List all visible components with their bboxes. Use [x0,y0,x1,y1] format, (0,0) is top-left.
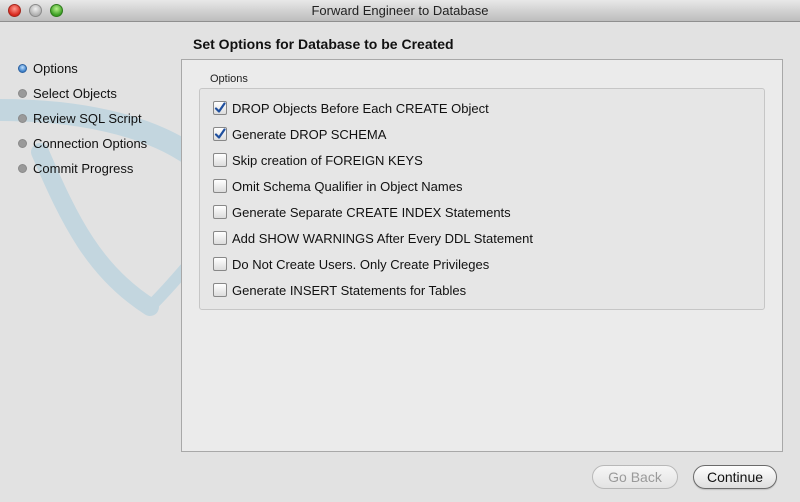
option-label: Add SHOW WARNINGS After Every DDL Statem… [232,230,534,246]
step-commit-progress: Commit Progress [18,158,133,178]
checkbox[interactable] [213,283,227,297]
checkmark-icon [214,128,226,139]
step-label: Review SQL Script [33,110,142,126]
wizard-window: Forward Engineer to Database Options Sel… [0,0,800,502]
go-back-button[interactable]: Go Back [592,465,678,489]
option-label: Do Not Create Users. Only Create Privile… [232,256,490,272]
options-group-box [199,88,765,310]
checkbox[interactable] [213,257,227,271]
step-pending-indicator-icon [18,163,27,173]
step-pending-indicator-icon [18,113,27,123]
option-label: Generate INSERT Statements for Tables [232,282,467,298]
options-group-label: Options [210,73,248,85]
checkbox[interactable] [213,205,227,219]
step-label: Connection Options [33,135,148,151]
option-label: Omit Schema Qualifier in Object Names [232,178,463,194]
step-label: Options [33,60,78,76]
checkbox[interactable] [213,153,227,167]
step-pending-indicator-icon [18,88,27,98]
wizard-steps-sidebar: Options Select Objects Review SQL Script… [0,22,180,502]
option-label: Generate DROP SCHEMA [232,126,387,142]
checkmark-icon [214,102,226,113]
option-label: DROP Objects Before Each CREATE Object [232,100,489,116]
continue-button[interactable]: Continue [693,465,777,489]
option-skip-foreign-keys[interactable]: Skip creation of FOREIGN KEYS [213,151,423,169]
checkbox[interactable] [213,179,227,193]
option-drop-objects[interactable]: DROP Objects Before Each CREATE Object [213,99,489,117]
option-no-create-users[interactable]: Do Not Create Users. Only Create Privile… [213,255,489,273]
step-review-sql-script: Review SQL Script [18,108,142,128]
step-active-indicator-icon [18,63,27,73]
option-label: Skip creation of FOREIGN KEYS [232,152,423,168]
option-generate-drop-schema[interactable]: Generate DROP SCHEMA [213,125,386,143]
step-label: Select Objects [33,85,117,101]
step-select-objects: Select Objects [18,83,117,103]
title-bar[interactable]: Forward Engineer to Database [0,0,800,22]
window-title: Forward Engineer to Database [311,3,489,18]
option-separate-create-index[interactable]: Generate Separate CREATE INDEX Statement… [213,203,511,221]
option-generate-insert[interactable]: Generate INSERT Statements for Tables [213,281,466,299]
checkbox[interactable] [213,101,227,115]
page-title: Set Options for Database to be Created [193,36,454,52]
step-options: Options [18,58,78,78]
checkbox[interactable] [213,231,227,245]
step-connection-options: Connection Options [18,133,147,153]
step-label: Commit Progress [33,160,134,176]
option-omit-schema-qualifier[interactable]: Omit Schema Qualifier in Object Names [213,177,462,195]
checkbox[interactable] [213,127,227,141]
step-pending-indicator-icon [18,138,27,148]
option-show-warnings[interactable]: Add SHOW WARNINGS After Every DDL Statem… [213,229,533,247]
option-label: Generate Separate CREATE INDEX Statement… [232,204,511,220]
